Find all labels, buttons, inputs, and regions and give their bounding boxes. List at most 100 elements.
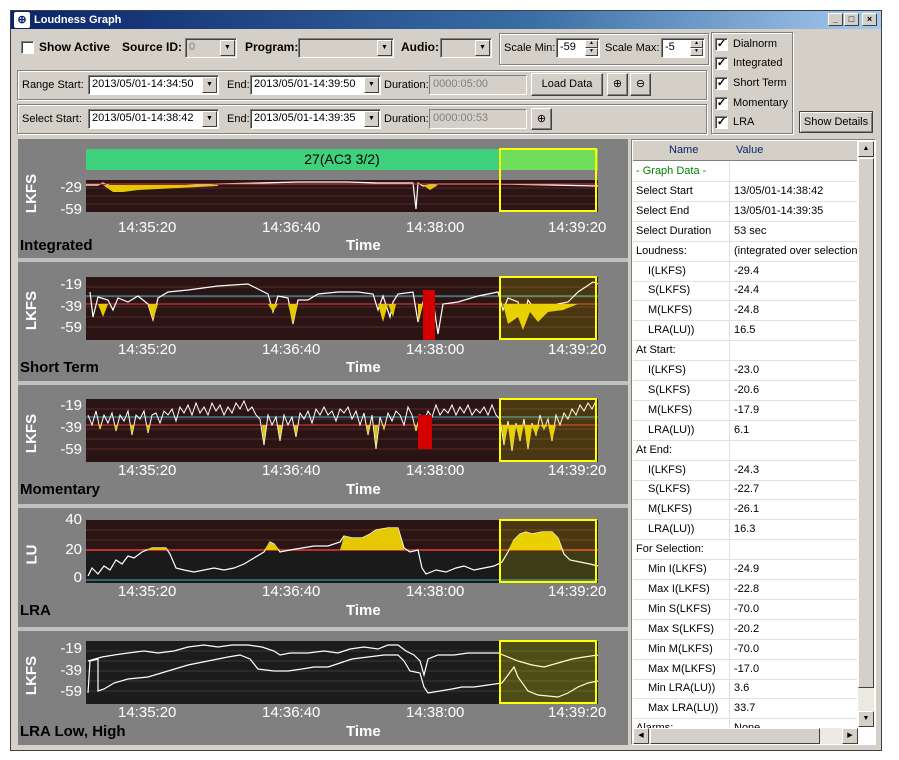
momentary-title: Momentary [20,481,101,498]
show-details-button[interactable]: Show Details [799,111,873,133]
momentary-plot[interactable] [18,385,628,504]
scroll-thumb[interactable] [650,728,820,744]
momentary-ylabel: LKFS [23,413,41,454]
value-column-header[interactable]: Value [736,141,763,159]
chevron-down-icon[interactable]: ▼ [364,111,379,127]
vertical-scrollbar[interactable]: ▲ ▼ [858,141,874,727]
short-term-checkbox[interactable]: ✓ [715,77,728,90]
details-row[interactable]: S(LKFS) -24.4 [633,281,857,302]
short-term-ytick: -59 [60,319,82,336]
show-active-checkbox[interactable] [21,41,34,54]
lra-low-high-graph[interactable]: LKFS -19 -39 -59 14:35:20 14:36:40 14:38… [18,631,628,750]
details-row[interactable]: Min S(LKFS) -70.0 [633,599,857,620]
scroll-down-icon[interactable]: ▼ [858,711,874,727]
app-icon: ⊕ [14,12,30,28]
range-end-picker[interactable]: 2013/05/01-14:39:50 ▼ [250,75,381,95]
maximize-button[interactable]: □ [844,13,859,26]
dialnorm-label: Dialnorm [733,38,778,50]
program-combo[interactable]: ▼ [298,38,394,58]
chevron-down-icon[interactable]: ▼ [475,40,490,56]
lra-graph[interactable]: LU 40 20 0 14:35:20 14:36:40 14:38:00 14… [18,508,628,627]
details-row[interactable]: Loudness: (integrated over selection) [633,241,861,262]
short-term-graph[interactable]: LKFS -19 -39 -59 14:35:20 14:36:40 14:38… [18,262,628,381]
details-row-name: Select Start [636,181,730,202]
details-row-value: -70.0 [734,642,760,655]
range-start-picker[interactable]: 2013/05/01-14:34:50 ▼ [88,75,219,95]
lra-checkbox[interactable]: ✓ [715,116,728,129]
details-row[interactable]: At End: [633,440,857,461]
chevron-down-icon[interactable]: ▼ [220,40,235,56]
lra-plot[interactable] [18,508,628,627]
integrated-graph[interactable]: LKFS -29 -59 27(AC3 3/2) 14:35:20 14:36:… [18,139,628,258]
details-row[interactable]: Min M(LKFS) -70.0 [633,639,857,660]
details-row[interactable]: Max M(LKFS) -17.0 [633,659,857,680]
details-row[interactable]: Max S(LKFS) -20.2 [633,619,857,640]
momentary-checkbox[interactable]: ✓ [715,97,728,110]
chevron-down-icon[interactable]: ▼ [202,111,217,127]
chevron-down-icon[interactable]: ▼ [364,77,379,93]
details-panel[interactable]: Name Value - Graph Data - Select Start 13/… [631,139,876,745]
xtick: 14:38:00 [406,341,465,358]
details-row[interactable]: M(LKFS) -17.9 [633,400,857,421]
zoom-out-icon[interactable]: ⊖ [630,73,651,96]
details-row[interactable]: S(LKFS) -22.7 [633,480,857,501]
spinner-arrows-icon[interactable]: ▲ ▼ [690,40,703,56]
xtick: 14:36:40 [262,704,321,721]
zoom-in-icon[interactable]: ⊕ [607,73,628,96]
details-row[interactable]: Max LRA(LU)) 33.7 [633,699,857,720]
details-row[interactable]: Select End 13/05/01-14:39:35 [633,201,857,222]
details-row[interactable]: I(LKFS) -24.3 [633,460,857,481]
details-row[interactable]: S(LKFS) -20.6 [633,380,857,401]
xtick: 14:35:20 [118,341,177,358]
select-end-picker[interactable]: 2013/05/01-14:39:35 ▼ [250,109,381,129]
scale-min-spinner[interactable]: -59 ▲ ▼ [556,38,600,58]
integrated-checkbox[interactable]: ✓ [715,57,728,70]
scroll-thumb[interactable] [858,158,874,688]
details-row[interactable]: - Graph Data - [633,162,857,182]
short-term-plot[interactable] [18,262,628,381]
momentary-graph[interactable]: LKFS -19 -39 -59 14:35:20 14:36:40 14:38… [18,385,628,504]
scroll-left-icon[interactable]: ◀ [633,728,649,744]
details-row[interactable]: LRA(LU)) 16.5 [633,321,857,342]
details-row[interactable]: Select Duration 53 sec [633,221,857,242]
scale-max-spinner[interactable]: -5 ▲ ▼ [661,38,705,58]
details-row[interactable]: LRA(LU)) 16.3 [633,520,857,541]
close-button[interactable]: × [862,13,877,26]
details-row[interactable]: For Selection: [633,540,857,561]
source-id-combo[interactable]: 0 ▼ [185,38,237,58]
chevron-down-icon[interactable]: ▼ [377,40,392,56]
xaxis-label: Time [346,481,381,498]
horizontal-scrollbar[interactable]: ◀ ▶ [633,728,858,744]
scroll-up-icon[interactable]: ▲ [858,141,874,157]
details-row[interactable]: Max I(LKFS) -22.8 [633,579,857,600]
details-row[interactable]: M(LKFS) -24.8 [633,301,857,322]
details-row[interactable]: I(LKFS) -23.0 [633,361,857,381]
dialnorm-checkbox[interactable]: ✓ [715,38,728,51]
details-row-name: LRA(LU)) [636,420,730,441]
details-row[interactable]: Min LRA(LU)) 3.6 [633,679,857,700]
momentary-ytick: -19 [60,397,82,414]
select-start-picker[interactable]: 2013/05/01-14:38:42 ▼ [88,109,219,129]
scroll-right-icon[interactable]: ▶ [842,728,858,744]
details-row-value: 16.3 [734,523,756,536]
chevron-down-icon[interactable]: ▼ [202,77,217,93]
xtick: 14:38:00 [406,462,465,479]
title-bar[interactable]: ⊕ Loudness Graph _ □ × [11,11,881,29]
audio-combo[interactable]: ▼ [440,38,492,58]
details-row[interactable]: Min I(LKFS) -24.9 [633,560,857,580]
zoom-selection-icon[interactable]: ⊕ [531,108,552,130]
details-row[interactable]: Select Start 13/05/01-14:38:42 [633,181,857,202]
details-row[interactable]: I(LKFS) -29.4 [633,261,857,282]
details-row[interactable]: At Start: [633,341,857,362]
minimize-button[interactable]: _ [828,13,843,26]
spinner-arrows-icon[interactable]: ▲ ▼ [585,40,598,56]
xtick: 14:38:00 [406,219,465,236]
details-row-name: S(LKFS) [636,380,730,401]
details-row[interactable]: LRA(LU)) 6.1 [633,420,857,441]
momentary-ytick: -39 [60,419,82,436]
name-column-header[interactable]: Name [669,141,698,159]
details-row[interactable]: M(LKFS) -26.1 [633,500,857,521]
details-row-name: At End: [636,440,730,461]
load-data-button[interactable]: Load Data [531,73,603,96]
graphs-panel: LKFS -29 -59 27(AC3 3/2) 14:35:20 14:36:… [18,139,628,745]
